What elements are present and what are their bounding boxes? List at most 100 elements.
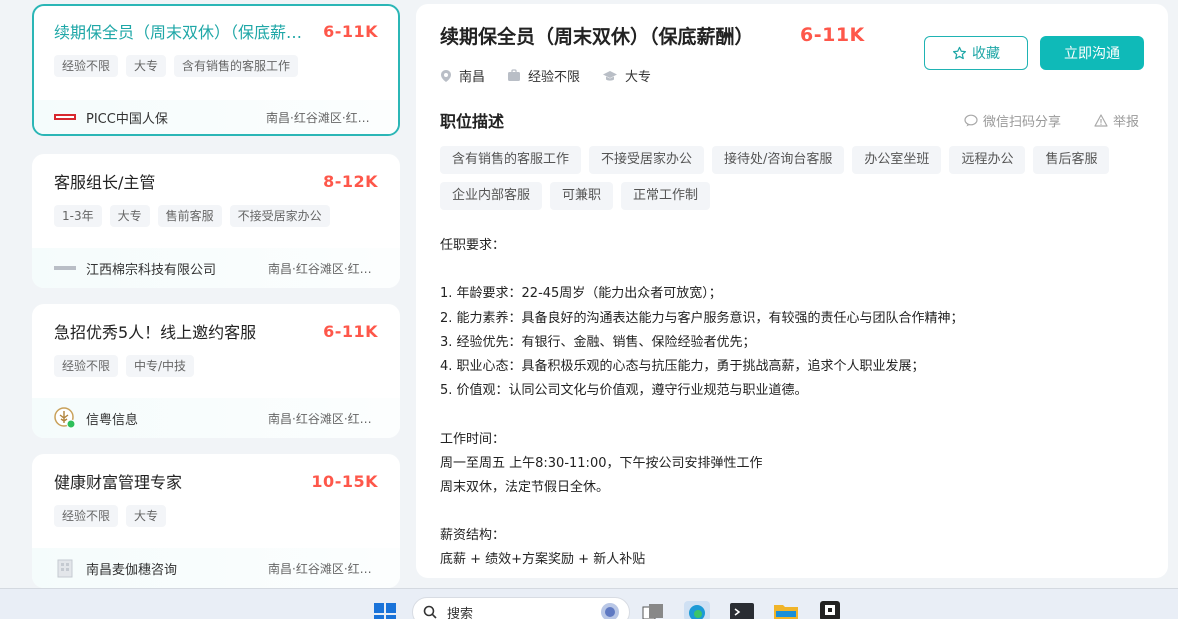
detail-salary: 6-11K [800, 24, 865, 46]
description-line [440, 258, 1140, 282]
detail-job-title: 续期保全员（周末双休）（保底薪酬） [440, 26, 754, 48]
description-line: 2. 能力素养：具备良好的沟通表达能力与客户服务意识，有较强的责任心与团队合作精… [440, 310, 964, 326]
job-title[interactable]: 客服组长/主管 [54, 170, 309, 196]
windows-start-icon[interactable] [373, 602, 397, 619]
job-card-header: 续期保全员（周末双休）（保底薪酬） 6-11K 经验不限 大专 含有销售的客服工… [34, 6, 398, 100]
job-card-header: 健康财富管理专家 10-15K 经验不限 大专 [32, 454, 400, 548]
wechat-share-link[interactable]: 微信扫码分享 [964, 111, 1061, 130]
company-logo-icon [54, 259, 76, 277]
detail-city: 南昌 [440, 66, 485, 85]
keyword-tag: 办公室坐班 [852, 146, 942, 174]
keyword-tag: 不接受居家办公 [589, 146, 705, 174]
favorite-label: 收藏 [972, 46, 1000, 62]
detail-city-text: 南昌 [459, 70, 486, 85]
picc-logo-icon [54, 108, 76, 126]
job-salary: 6-11K [323, 22, 378, 41]
job-title[interactable]: 急招优秀5人！线上邀约客服 [54, 320, 309, 346]
edge-browser-icon[interactable] [684, 601, 710, 619]
job-tag: 不接受居家办公 [229, 205, 330, 227]
taskbar-search-input[interactable]: 搜索 [412, 597, 630, 619]
keyword-tag: 接待处/咨询台客服 [712, 146, 845, 174]
job-card-header: 急招优秀5人！线上邀约客服 6-11K 经验不限 中专/中技 [32, 304, 400, 398]
keyword-tag: 可兼职 [550, 182, 614, 210]
description-line: 3. 经验优先：有银行、金融、销售、保险经验者优先； [440, 334, 756, 350]
detail-degree-text: 大专 [625, 70, 652, 85]
job-tag: 中专/中技 [126, 355, 195, 377]
job-keywords: 含有销售的客服工作 不接受居家办公 接待处/咨询台客服 办公室坐班 远程办公 售… [440, 146, 1130, 210]
app-icon[interactable] [818, 601, 842, 619]
description-line: 5. 价值观：认同公司文化与价值观，遵守行业规范与职业道德。 [440, 383, 808, 399]
search-highlight-icon [601, 603, 619, 619]
job-card[interactable]: 急招优秀5人！线上邀约客服 6-11K 经验不限 中专/中技 信粤信息 南昌·红… [32, 304, 400, 438]
job-title[interactable]: 续期保全员（周末双休）（保底薪酬） [54, 20, 309, 46]
description-line [440, 403, 1140, 427]
description-line: 周末双休，法定节假日全休。 [440, 479, 610, 495]
job-description: 任职要求： 1. 年龄要求：22-45周岁（能力出众者可放宽）； 2. 能力素养… [440, 234, 1140, 573]
job-card[interactable]: 健康财富管理专家 10-15K 经验不限 大专 南昌麦伽穗咨询 南昌·红谷滩区·… [32, 454, 400, 588]
job-tag: 经验不限 [54, 55, 119, 77]
job-tags: 经验不限 大专 含有销售的客服工作 [54, 55, 378, 77]
favorite-button[interactable]: 收藏 [924, 36, 1028, 70]
job-location: 南昌·红谷滩区·红谷中大道 [268, 261, 374, 276]
job-salary: 6-11K [323, 322, 378, 341]
description-line [440, 500, 1140, 524]
job-tags: 经验不限 大专 [54, 505, 378, 527]
job-card[interactable]: 续期保全员（周末双休）（保底薪酬） 6-11K 经验不限 大专 含有销售的客服工… [32, 4, 400, 136]
star-icon [952, 46, 967, 59]
job-location: 南昌·红谷滩区·红谷中大道 [268, 411, 374, 426]
job-location: 南昌·红谷滩区·红谷中大道 [268, 561, 374, 576]
keyword-tag: 正常工作制 [621, 182, 711, 210]
file-explorer-icon[interactable] [774, 603, 798, 619]
company-name[interactable]: 南昌麦伽穗咨询 [86, 559, 177, 578]
report-label: 举报 [1113, 115, 1140, 130]
keyword-tag: 含有销售的客服工作 [440, 146, 582, 174]
job-tags: 1-3年 大专 售前客服 不接受居家办公 [54, 205, 378, 227]
job-tag: 大专 [126, 505, 167, 527]
search-placeholder: 搜索 [447, 606, 474, 619]
job-tag: 1-3年 [54, 205, 102, 227]
description-line: 4. 职业心态：具备积极乐观的心态与抗压能力，勇于挑战高薪，追求个人职业发展； [440, 358, 925, 374]
job-salary: 8-12K [323, 172, 378, 191]
job-card[interactable]: 客服组长/主管 8-12K 1-3年 大专 售前客服 不接受居家办公 江西棉宗科… [32, 154, 400, 288]
job-tags: 经验不限 中专/中技 [54, 355, 378, 377]
job-title[interactable]: 健康财富管理专家 [54, 470, 309, 496]
location-pin-icon [441, 69, 451, 82]
keyword-tag: 企业内部客服 [440, 182, 543, 210]
job-salary: 10-15K [311, 472, 378, 491]
company-name[interactable]: PICC中国人保 [86, 108, 168, 127]
wheat-logo-icon [54, 407, 76, 429]
taskbar: 搜索 [0, 588, 1178, 619]
description-line: 1. 年龄要求：22-45周岁（能力出众者可放宽）； [440, 286, 722, 302]
search-icon [423, 605, 437, 619]
job-tag: 含有销售的客服工作 [174, 55, 299, 77]
graduation-cap-icon [603, 70, 618, 81]
job-tag: 经验不限 [54, 505, 119, 527]
company-name[interactable]: 信粤信息 [86, 409, 138, 428]
description-line: 工作时间： [440, 431, 506, 447]
task-view-icon[interactable] [642, 604, 664, 619]
company-row[interactable]: 信粤信息 南昌·红谷滩区·红谷中大道 [32, 398, 400, 438]
job-card-header: 客服组长/主管 8-12K 1-3年 大专 售前客服 不接受居家办公 [32, 154, 400, 248]
section-title: 职位描述 [440, 112, 505, 131]
chat-bubble-icon [964, 114, 978, 127]
detail-meta: 南昌 经验不限 大专 [440, 66, 673, 85]
job-location: 南昌·红谷滩区·红谷中大道 [266, 110, 372, 125]
company-row[interactable]: 江西棉宗科技有限公司 南昌·红谷滩区·红谷中大道 [32, 248, 400, 288]
report-link[interactable]: 举报 [1094, 111, 1139, 130]
keyword-tag: 远程办公 [949, 146, 1026, 174]
warning-icon [1094, 114, 1108, 127]
detail-experience: 经验不限 [507, 66, 580, 85]
job-tag: 经验不限 [54, 355, 119, 377]
description-line: 薪资结构： [440, 528, 506, 544]
company-row[interactable]: PICC中国人保 南昌·红谷滩区·红谷中大道 [34, 100, 398, 134]
chat-now-button[interactable]: 立即沟通 [1040, 36, 1144, 70]
job-detail-panel: 续期保全员（周末双休）（保底薪酬） 6-11K 南昌 经验不限 大专 收藏 立即… [416, 4, 1168, 578]
description-line: 底薪 + 绩效+方案奖励 + 新人补贴 [440, 552, 646, 568]
job-tag: 大专 [109, 205, 150, 227]
share-label: 微信扫码分享 [983, 115, 1062, 130]
keyword-tag: 售后客服 [1033, 146, 1110, 174]
company-name[interactable]: 江西棉宗科技有限公司 [86, 259, 216, 278]
company-row[interactable]: 南昌麦伽穗咨询 南昌·红谷滩区·红谷中大道 [32, 548, 400, 588]
terminal-icon[interactable] [730, 603, 754, 619]
detail-experience-text: 经验不限 [528, 70, 581, 85]
